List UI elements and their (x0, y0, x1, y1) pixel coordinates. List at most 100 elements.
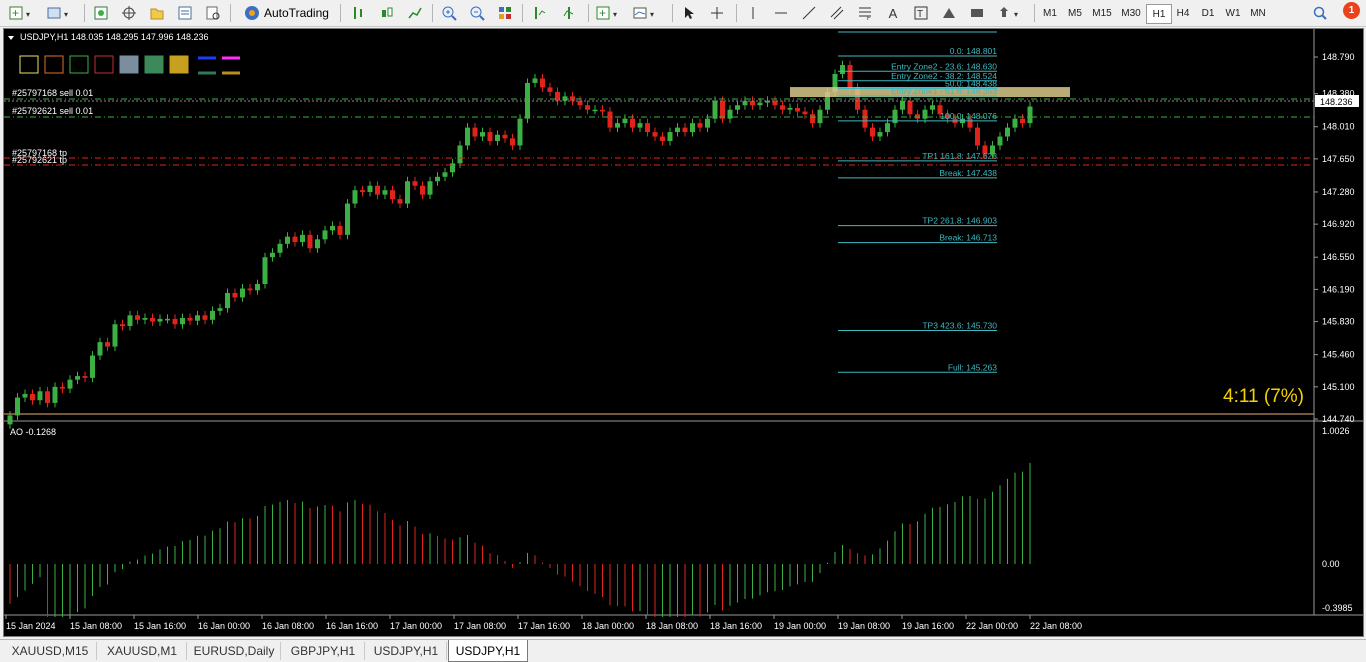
candle-body (270, 252, 275, 258)
candle-body (675, 127, 680, 133)
timeframe-mn[interactable]: MN (1246, 4, 1270, 22)
candle-body (82, 376, 88, 378)
timeframe-h4[interactable]: H4 (1171, 4, 1195, 22)
candle-body (1005, 127, 1010, 137)
zoom-in-icon[interactable] (438, 3, 460, 23)
risk-reward-label: 4:11 (7%) (1223, 386, 1304, 407)
strategy-tester-icon[interactable] (202, 3, 224, 23)
candle-body (930, 105, 935, 110)
candle-body (622, 118, 628, 124)
chart-tab[interactable]: USDJPY,H1 (366, 642, 447, 660)
time-tick-label: 19 Jan 16:00 (902, 621, 954, 631)
fib-level-label: 100.0: 148.076 (940, 111, 997, 121)
candle-body (127, 315, 133, 327)
crosshair-tool-icon[interactable] (706, 3, 728, 23)
candle-body (315, 239, 320, 249)
candle-body (547, 87, 553, 92)
chart-canvas[interactable]: 148.790148.380148.010147.650147.280146.9… (4, 29, 1363, 636)
candlestick-icon[interactable] (376, 3, 398, 23)
new-chart-button[interactable]: + ▾ (6, 3, 40, 23)
timeframe-m30[interactable]: M30 (1117, 4, 1145, 22)
candle-body (667, 132, 673, 142)
text-tool-icon[interactable]: A (884, 3, 902, 23)
fibonacci-icon[interactable]: F (854, 3, 876, 23)
vertical-line-icon[interactable] (744, 3, 762, 23)
cursor-icon[interactable] (678, 3, 700, 23)
bar-chart-icon[interactable] (348, 3, 370, 23)
color-swatch (69, 55, 89, 74)
toolbar-separator (340, 4, 341, 22)
line-chart-icon[interactable] (404, 3, 426, 23)
chart-tab[interactable]: USDJPY,H1 (448, 640, 528, 662)
equidistant-channel-icon[interactable] (826, 3, 848, 23)
profiles-button[interactable]: ▾ (44, 3, 78, 23)
search-icon[interactable] (1310, 3, 1330, 23)
autoscroll-icon[interactable] (558, 3, 580, 23)
text-label-icon[interactable]: T (910, 3, 932, 23)
chart-shift-icon[interactable] (530, 3, 552, 23)
timeframe-w1[interactable]: W1 (1221, 4, 1245, 22)
candle-body (255, 284, 260, 291)
terminal-icon[interactable] (174, 3, 196, 23)
svg-text:F: F (867, 16, 871, 21)
timeframe-m15[interactable]: M15 (1088, 4, 1116, 22)
svg-text:T: T (917, 9, 923, 20)
order-label: #25792621 sell 0.01 (12, 106, 93, 116)
svg-text:+: + (12, 6, 19, 20)
chart-window[interactable]: 148.790 148.380 148.010 147.650 147.280 146.9… (3, 28, 1364, 637)
templates-button[interactable]: ▾ (630, 3, 664, 23)
price-tick-label: 148.790 (1322, 52, 1355, 62)
candle-body (975, 127, 980, 146)
chart-header: USDJPY,H1 148.035 148.295 147.996 148.23… (20, 32, 209, 42)
price-tick-label: 148.010 (1322, 122, 1355, 132)
triangle-icon[interactable] (938, 3, 960, 23)
chart-tab[interactable]: EURUSD,Daily (188, 642, 281, 660)
chart-tab[interactable]: XAUUSD,M1 (98, 642, 187, 660)
time-tick-label: 18 Jan 08:00 (646, 621, 698, 631)
candle-body (465, 127, 470, 146)
candle-body (360, 190, 365, 192)
candle-body (345, 203, 350, 235)
candle-body (337, 225, 343, 235)
candle-body (247, 288, 253, 291)
toolbar-separator (588, 4, 589, 22)
candle-body (367, 185, 373, 192)
zoom-out-icon[interactable] (466, 3, 488, 23)
autotrading-button[interactable]: AutoTrading (238, 2, 335, 23)
candle-body (532, 78, 538, 83)
toolbar-separator (522, 4, 523, 22)
chart-tab[interactable]: XAUUSD,M15 (4, 642, 97, 660)
candle-body (735, 105, 740, 110)
market-watch-icon[interactable] (90, 3, 112, 23)
arrows-menu-button[interactable]: ▾ (994, 3, 1028, 23)
candle-body (112, 324, 118, 347)
tile-windows-icon[interactable] (494, 3, 516, 23)
candle-body (405, 181, 410, 204)
time-tick-label: 18 Jan 00:00 (582, 621, 634, 631)
timeframe-d1[interactable]: D1 (1196, 4, 1220, 22)
horizontal-line-icon[interactable] (770, 3, 792, 23)
candle-body (607, 111, 613, 128)
candle-body (37, 391, 43, 401)
timeframe-m1[interactable]: M1 (1038, 4, 1062, 22)
trendline-icon[interactable] (798, 3, 820, 23)
crosshair-icon[interactable] (118, 3, 140, 23)
notification-badge[interactable]: 1 (1343, 2, 1360, 19)
navigator-icon[interactable] (146, 3, 168, 23)
ao-tick-label: -0.3985 (1322, 603, 1353, 613)
candle-body (30, 393, 35, 401)
candle-body (195, 315, 200, 321)
timeframe-h1[interactable]: H1 (1146, 4, 1172, 24)
candle-body (592, 109, 598, 112)
candle-body (7, 415, 13, 425)
candle-body (232, 292, 238, 298)
candle-body (292, 236, 298, 243)
candle-body (997, 136, 1003, 146)
indicators-button[interactable]: + ▾ (594, 3, 626, 23)
timeframe-m5[interactable]: M5 (1063, 4, 1087, 22)
candle-body (720, 100, 725, 119)
candle-body (225, 292, 230, 309)
rectangle-icon[interactable] (966, 3, 988, 23)
chart-tab[interactable]: GBPJPY,H1 (282, 642, 365, 660)
candle-body (652, 132, 658, 137)
